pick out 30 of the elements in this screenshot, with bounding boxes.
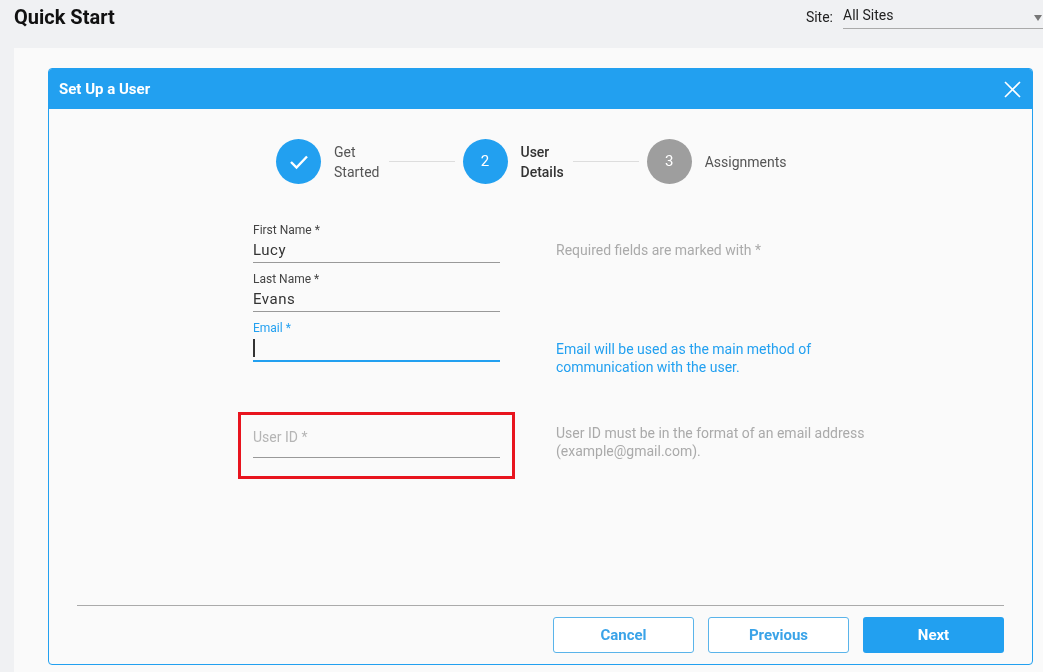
field-value: Lucy	[253, 239, 286, 261]
site-label: Site:	[805, 7, 833, 27]
text-field[interactable]: Last Name * Evans	[253, 271, 500, 312]
step-label: Get Started	[333, 142, 381, 182]
field-label: First Name *	[253, 222, 321, 238]
field-label: Email *	[253, 320, 292, 336]
text-field[interactable]: First Name * Lucy	[253, 222, 500, 263]
caret-icon	[1034, 14, 1042, 21]
step-number: 3	[664, 151, 674, 173]
check-icon	[288, 153, 309, 170]
hint-text: User ID must be in the format of an email address (example@gmail.com).	[556, 424, 866, 460]
step-label: User Details	[519, 142, 565, 182]
text-field[interactable]: Email *	[253, 320, 500, 362]
site-dropdown[interactable]: All Sites	[843, 5, 1043, 29]
dialog-title: Set Up a User	[59, 78, 151, 100]
hint-text: Email will be used as the main method of communication with the user.	[556, 340, 813, 376]
primary-button[interactable]: Next	[863, 617, 1004, 653]
close-icon	[1003, 80, 1021, 98]
field-placeholder: User ID *	[253, 429, 308, 445]
text-field[interactable]: User ID *	[253, 417, 500, 458]
close-button[interactable]	[1002, 79, 1022, 99]
step-label: Assignments	[703, 152, 788, 172]
secondary-button[interactable]: Cancel	[553, 617, 694, 653]
hint-text: Required fields are marked with *	[556, 241, 762, 259]
field-value: Evans	[253, 288, 296, 310]
page-title: Quick Start	[14, 4, 115, 31]
secondary-button[interactable]: Previous	[708, 617, 849, 653]
step-number: 2	[480, 151, 490, 173]
text-cursor	[253, 339, 255, 357]
field-label: Last Name *	[253, 271, 321, 287]
